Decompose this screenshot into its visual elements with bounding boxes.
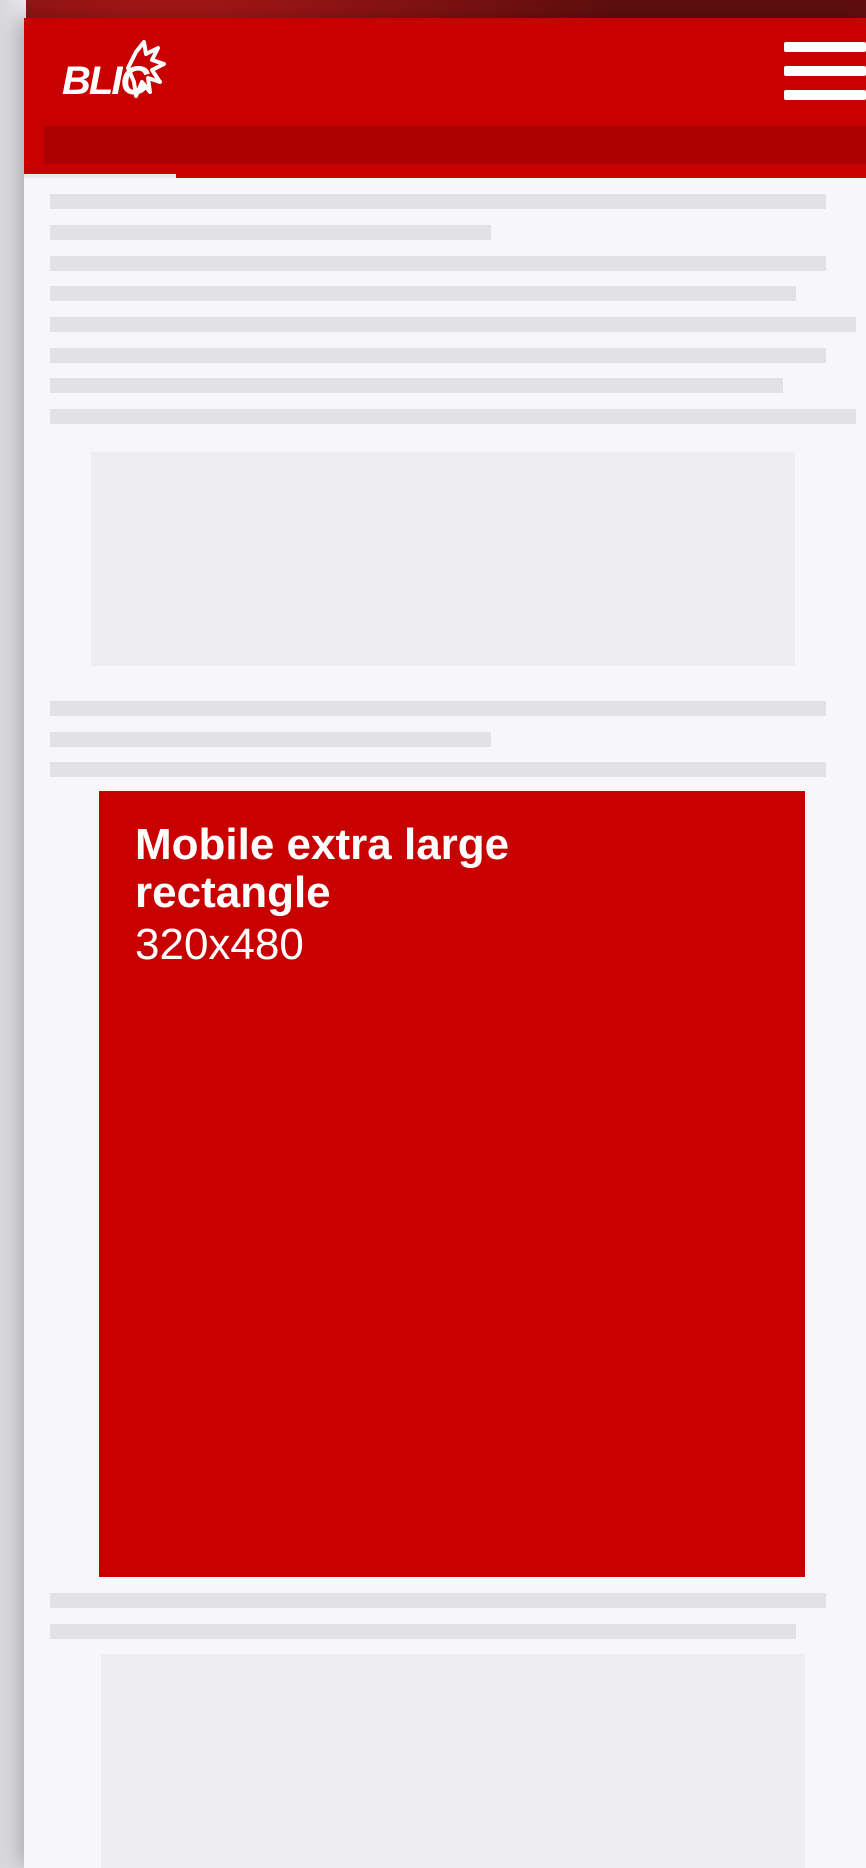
ad-size-label: 320x480 [135,920,304,969]
mobile-page[interactable]: BLIC Mobile extra large rectangle 320x48… [24,18,866,1868]
text-placeholder-line [50,194,826,209]
text-placeholder-line [50,701,826,716]
text-placeholder-line [50,378,783,393]
text-placeholder-line [50,1593,826,1608]
advertisement-slot[interactable]: Mobile extra large rectangle 320x480 [99,791,805,1577]
text-placeholder-line [50,225,491,240]
text-placeholder-line [50,732,491,747]
site-header: BLIC [24,18,866,176]
hamburger-menu-icon[interactable] [784,36,866,108]
text-placeholder-line [50,256,826,271]
text-placeholder-line [50,317,856,332]
text-placeholder-line [50,409,856,424]
text-placeholder-line [50,1624,796,1639]
image-placeholder [91,452,795,666]
section-navigation-bar[interactable] [44,126,866,164]
reading-progress-fill [24,174,176,178]
text-placeholder-line [50,762,826,777]
text-placeholder-line [50,348,826,363]
ad-title: Mobile extra large rectangle [135,820,510,917]
image-placeholder [101,1654,805,1868]
text-placeholder-line [50,286,796,301]
reading-progress-bar [24,174,866,178]
blic-logo[interactable]: BLIC [58,38,168,112]
background-edge [0,0,26,1868]
